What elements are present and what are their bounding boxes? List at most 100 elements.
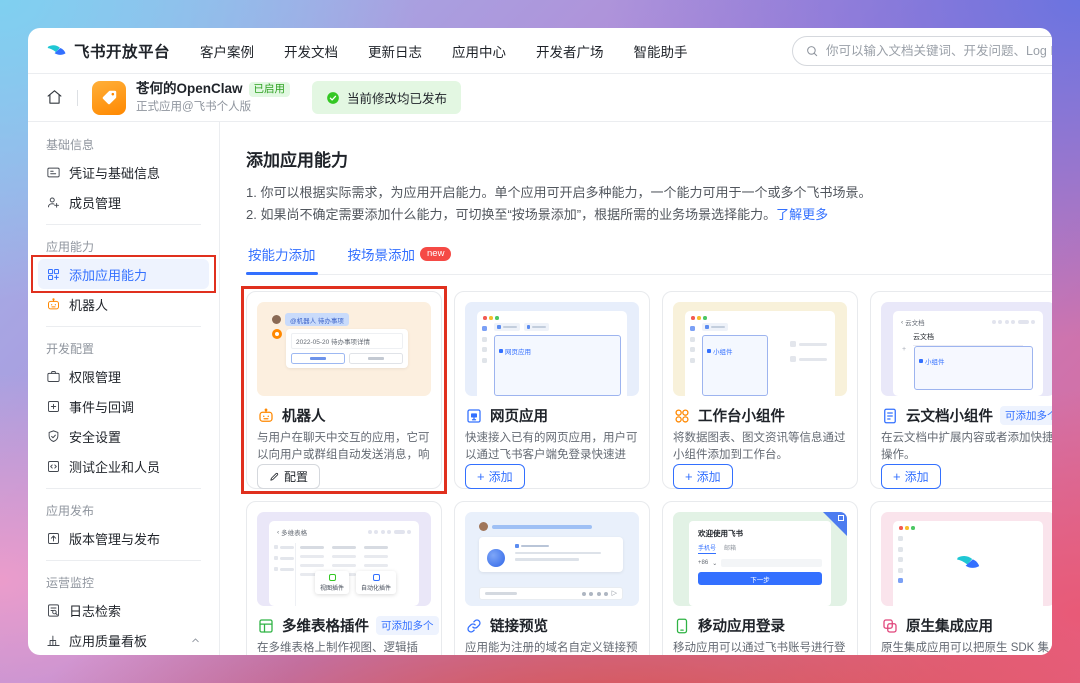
publish-status-pill: 当前修改均已发布 [312,81,462,114]
capability-card-webapp[interactable]: 网页应用 网页应用 快速接入已有的网页应用，用户可以通过飞书客户端免登录快速进入… [454,291,650,490]
multi-add-badge: 可添加多个 [376,616,439,636]
tab-by-capability[interactable]: 按能力添加 [246,240,318,276]
capability-card-docs-widget[interactable]: ‹云文档 云文档 + 小组件 云文档小组件 可添加多个 在云文档中扩展内容或者添… [870,291,1052,490]
robot-icon [272,329,282,340]
sidebar-item-version-release[interactable]: 版本管理与发布 [38,523,209,553]
feishu-logo-icon [955,550,981,581]
sidebar: 基础信息 凭证与基础信息 成员管理 应用能力 添加应用能力 机器人 开发配置 权… [28,122,220,655]
add-button[interactable]: + 添加 [673,464,733,490]
enabled-status-badge: 已启用 [248,81,291,97]
chevron-up-icon[interactable] [190,635,201,646]
sidebar-item-label: 应用质量看板 [69,633,148,649]
sidebar-item-credentials[interactable]: 凭证与基础信息 [38,157,209,187]
workbench-preview-image: 小组件 [673,302,847,397]
card-description: 应用能为注册的域名自定义链接预览，用户在飞书发送链接后，能在链接下方展示... [465,642,638,655]
link-icon [465,617,483,635]
card-description: 移动应用可以通过飞书账号进行登录。 [673,642,846,655]
sidebar-section-title: 运营监控 [46,576,95,590]
sidebar-item-add-capability[interactable]: 添加应用能力 [31,255,216,293]
page-title: 添加应用能力 [246,151,348,170]
divider [46,560,201,561]
bar-chart-icon [46,633,61,648]
top-nav-menu: 客户案例 开发文档 更新日志 应用中心 开发者广场 智能助手 [200,41,688,61]
brand-name: 飞书开放平台 [74,43,171,61]
card-description: 在云文档中扩展内容或者添加快捷操作。 [881,432,1052,462]
sidebar-item-test-org[interactable]: 测试企业和人员 [38,451,209,481]
tab-by-scenario[interactable]: 按场景添加 new [346,240,454,274]
sidebar-item-label: 安全设置 [69,429,122,445]
sidebar-item-members[interactable]: 成员管理 [38,187,209,217]
sidebar-item-label: 权限管理 [69,369,122,385]
capability-card-bot[interactable]: @机器人 待办事项 2022-05-20 待办事项详情 机器人 与用户在聊天中交… [241,286,447,495]
search-input[interactable] [826,44,1052,58]
card-title: 云文档小组件 [906,409,993,426]
card-description: 将数据图表、图文资讯等信息通过小组件添加到工作台。 [673,432,846,462]
page-description: 1. 你可以根据实际需求，为应用开启能力。单个应用可开启多种能力，一个能力可用于… [246,182,1052,226]
card-title: 多维表格插件 [282,619,369,636]
sidebar-item-quality-board[interactable]: 应用质量看板 [38,625,209,655]
sidebar-item-security[interactable]: 安全设置 [38,421,209,451]
docs-widget-preview-image: ‹ 云文档 云文档 + 小组件 [881,302,1052,397]
capability-card-link-preview[interactable]: ▷ 链接预览 应用能为注册的域名自定义链接预览，用户在飞书发送链接后，能在链接下… [454,501,650,655]
gradient-frame: 飞书开放平台 客户案例 开发文档 更新日志 应用中心 开发者广场 智能助手 苍何… [0,0,1080,683]
divider [46,224,201,225]
capability-card-mobile-login[interactable]: 欢迎使用飞书 手机号 邮箱 +86 ⌄ 下一步 移动应用登录 移动应用可以通过飞书账… [662,501,858,655]
nav-item-changelog[interactable]: 更新日志 [368,41,422,61]
sidebar-item-events[interactable]: 事件与回调 [38,391,209,421]
capability-card-workbench-widget[interactable]: 小组件 工作台小组件 将数据图表、图文资讯等信息通过小组件添加到工作台。 + 添加 [662,291,858,490]
sidebar-item-log-search[interactable]: 日志检索 [38,595,209,625]
avatar [479,522,488,532]
bitable-preview-image: ‹ 多维表格 视图插件 自动化插件 [257,512,431,607]
multi-add-badge: 可添加多个 [1000,406,1052,426]
capability-card-grid: @机器人 待办事项 2022-05-20 待办事项详情 机器人 与用户在聊天中交… [241,286,1052,655]
event-callback-icon [46,399,61,414]
sidebar-item-permissions[interactable]: 权限管理 [38,361,209,391]
webapp-preview-image: 网页应用 [465,302,639,397]
add-button[interactable]: + 添加 [465,464,525,490]
native-app-icon [881,617,899,635]
divider [46,326,201,327]
bot-preview-image: @机器人 待办事项 2022-05-20 待办事项详情 [257,302,431,397]
divider [46,488,201,489]
id-card-icon [46,165,61,180]
card-description: 快速接入已有的网页应用，用户可以通过飞书客户端免登录快速进入。 [465,432,638,462]
capability-card-bitable-plugin[interactable]: ‹ 多维表格 视图插件 自动化插件 多维表格插件 可添加多个 在多维表格上制作视… [246,501,442,655]
brand[interactable]: 飞书开放平台 [46,40,170,62]
capability-tabs: 按能力添加 按场景添加 new [246,240,1052,276]
search-icon [807,46,818,57]
card-title: 机器人 [282,409,326,426]
mobile-login-preview-image: 欢迎使用飞书 手机号 邮箱 +86 ⌄ 下一步 [673,512,847,607]
sidebar-section-title: 基础信息 [46,138,95,152]
shield-check-icon [46,429,61,444]
sidebar-item-label: 日志检索 [69,603,122,619]
sidebar-item-label: 机器人 [69,297,109,313]
home-icon[interactable] [46,89,63,106]
grid-add-icon [46,267,61,282]
learn-more-link[interactable]: 了解更多 [776,207,828,222]
app-header-bar: 苍何的OpenClaw 已启用 正式应用@飞书个人版 当前修改均已发布 [28,74,1052,122]
nav-item-docs[interactable]: 开发文档 [284,41,338,61]
capability-card-native-integration[interactable]: 原生集成应用 原生集成应用可以把原生 SDK 集成到飞书本地，并调用其中的对应方… [870,501,1052,655]
card-title: 链接预览 [490,619,548,636]
sidebar-item-label: 测试企业和人员 [69,459,161,475]
nav-item-cases[interactable]: 客户案例 [200,41,254,61]
configure-button[interactable]: 配置 [257,464,321,490]
divider [77,89,78,106]
app-window: 飞书开放平台 客户案例 开发文档 更新日志 应用中心 开发者广场 智能助手 苍何… [28,28,1052,655]
global-search[interactable] [792,36,1052,66]
card-description: 与用户在聊天中交互的应用，它可以向用户或群组自动发送消息，响应用户的消... [257,432,430,462]
main-content: 添加应用能力 1. 你可以根据实际需求，为应用开启能力。单个应用可开启多种能力，… [220,122,1052,655]
top-navbar: 飞书开放平台 客户案例 开发文档 更新日志 应用中心 开发者广场 智能助手 [28,28,1052,74]
tab-label: 按能力添加 [248,248,316,264]
app-avatar[interactable] [92,80,126,115]
nav-item-ai-assistant[interactable]: 智能助手 [634,41,688,61]
nav-item-dev-square[interactable]: 开发者广场 [536,41,604,61]
add-button[interactable]: + 添加 [881,464,941,490]
description-line-1: 1. 你可以根据实际需求，为应用开启能力。单个应用可开启多种能力，一个能力可用于… [246,185,872,200]
sidebar-section-title: 应用发布 [46,504,95,518]
sidebar-item-bot[interactable]: 机器人 [38,289,209,319]
bitable-icon [257,617,275,635]
link-preview-image: ▷ [465,512,639,607]
log-search-icon [46,603,61,618]
nav-item-app-center[interactable]: 应用中心 [452,41,506,61]
